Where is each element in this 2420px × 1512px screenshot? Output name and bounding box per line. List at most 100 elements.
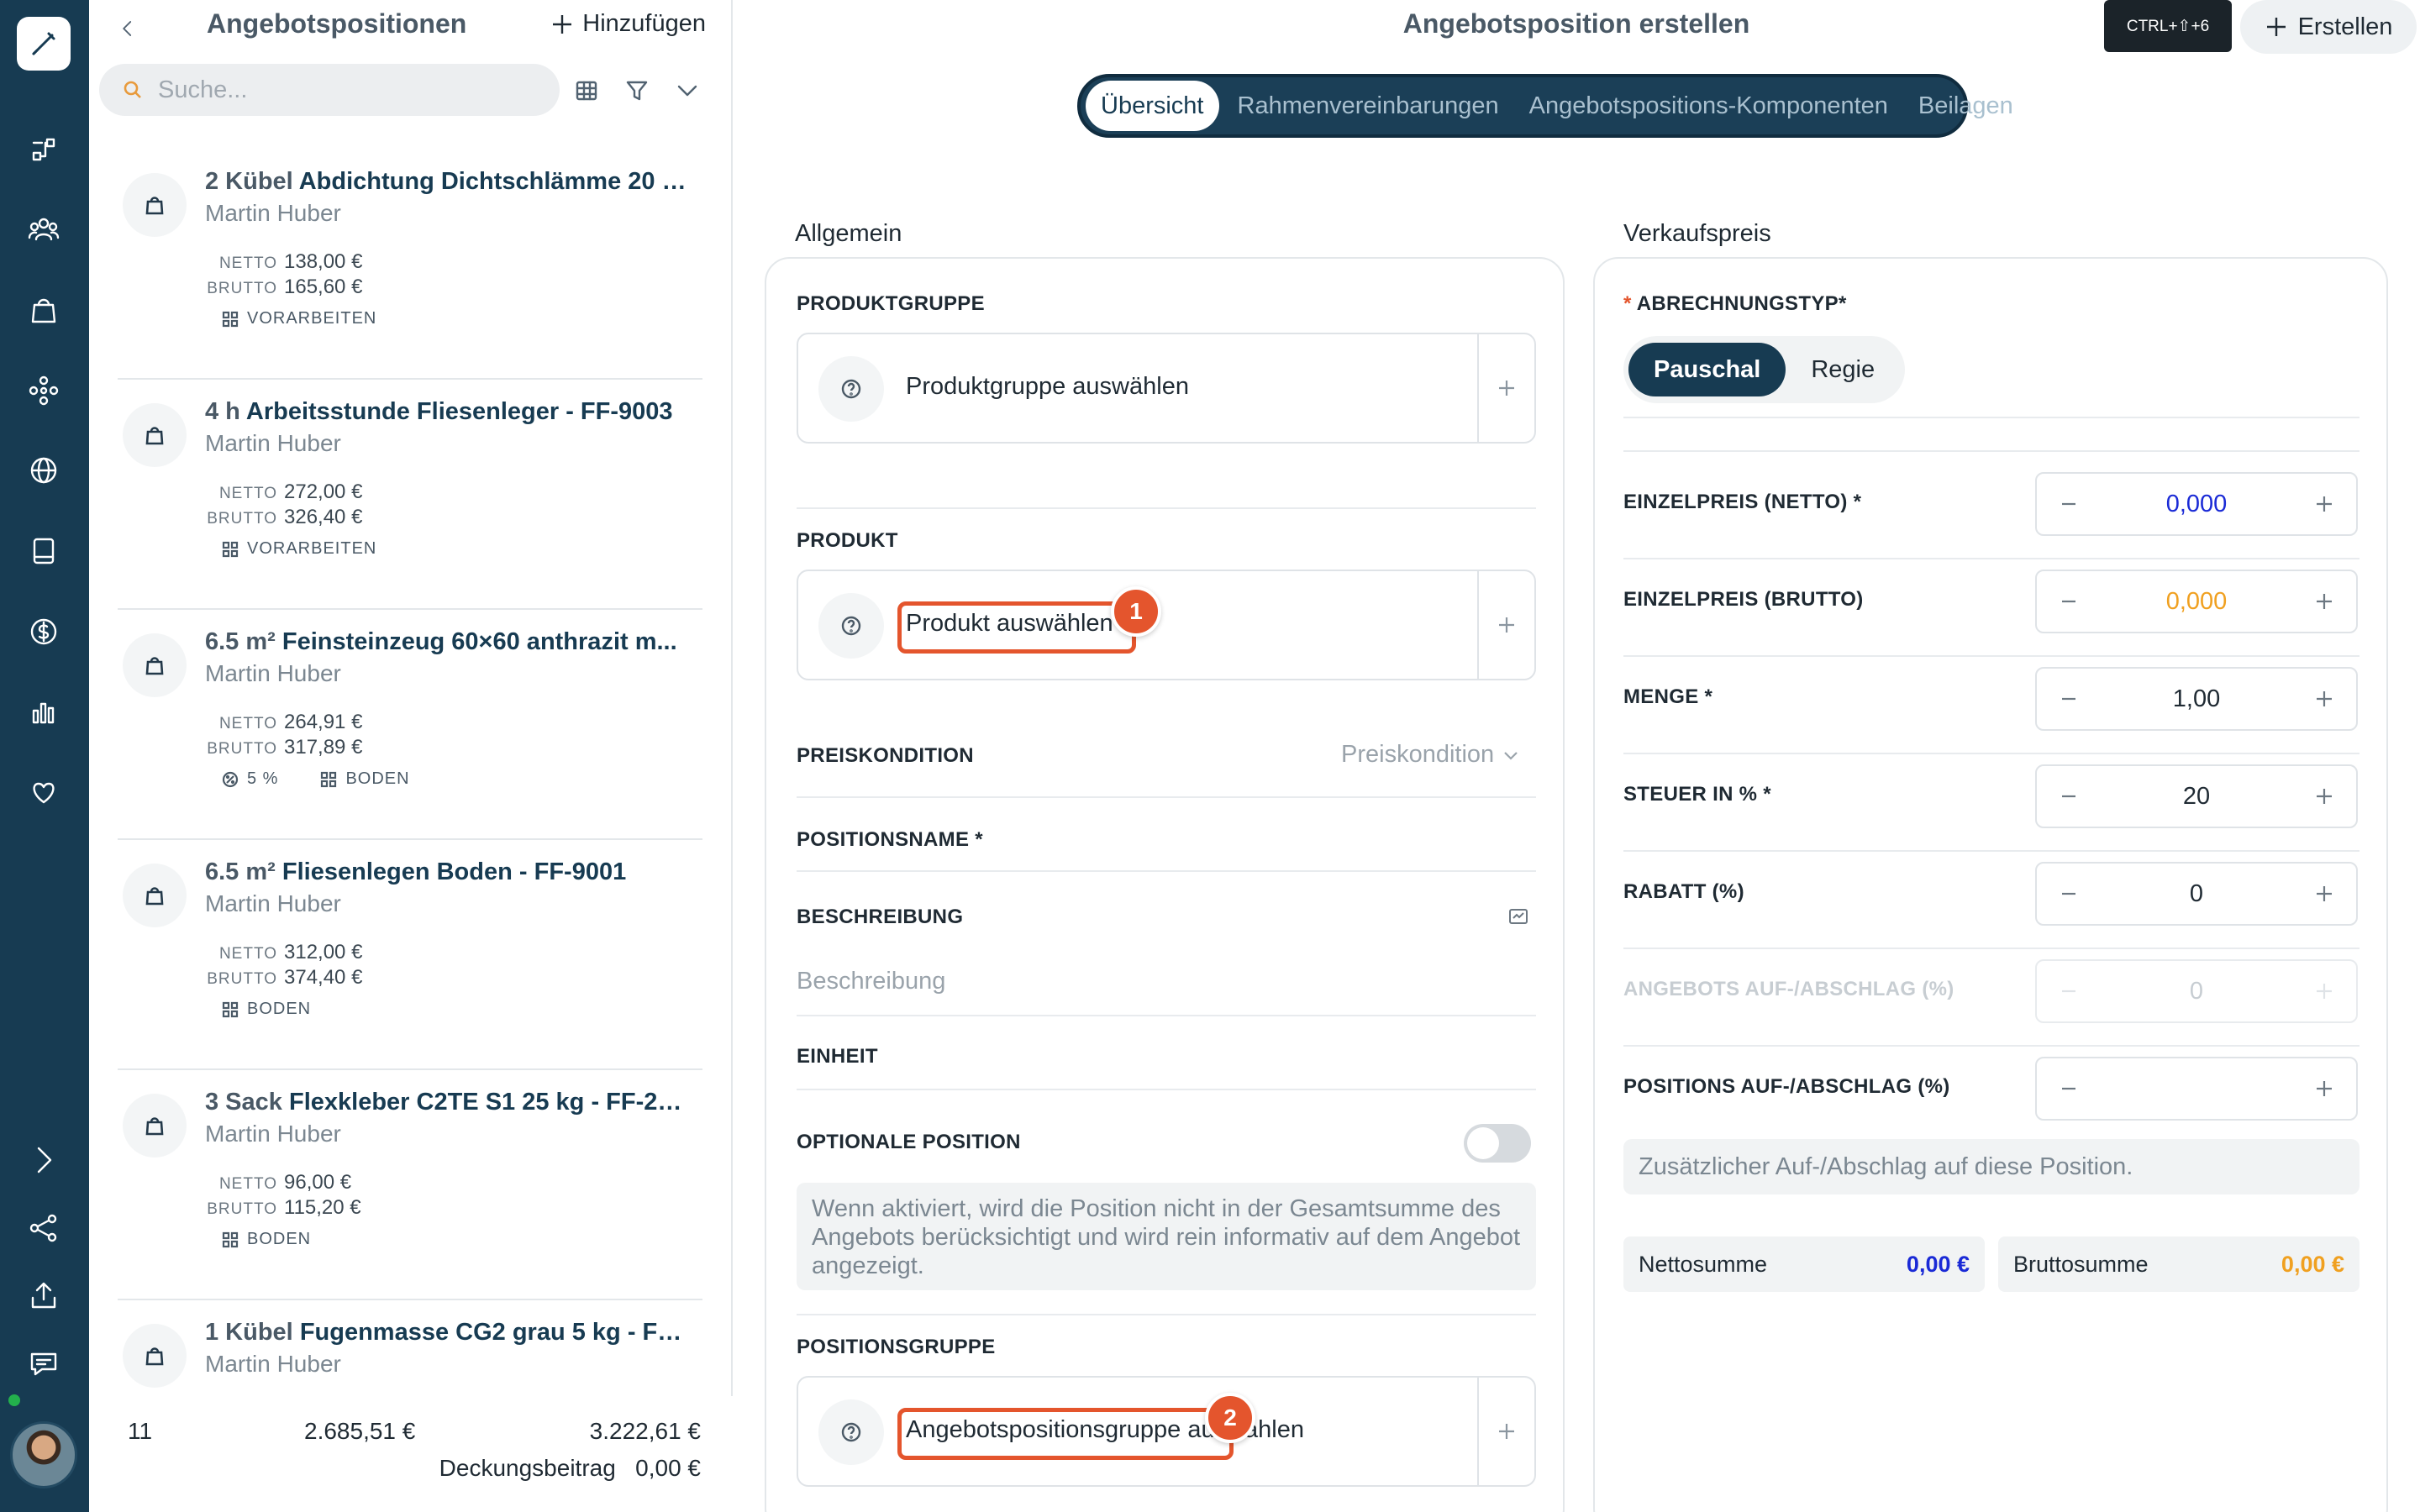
item-title: 1 Kübel Fugenmasse CG2 grau 5 kg - FF-..… <box>205 1319 692 1346</box>
tab-rahmenvereinbarungen[interactable]: Rahmenvereinbarungen <box>1223 81 1514 131</box>
plus-icon <box>1499 1424 1514 1439</box>
item-netto: NETTO 312,00 € <box>218 941 363 963</box>
filter-icon[interactable] <box>620 74 654 108</box>
divider <box>1623 753 2360 754</box>
produkt-label: PRODUKT <box>797 529 898 552</box>
chat-icon[interactable] <box>23 1342 65 1384</box>
price-field-stepper[interactable]: 1,00 <box>2035 667 2358 731</box>
plus-icon[interactable] <box>2297 766 2351 827</box>
minus-icon[interactable] <box>2042 1058 2096 1119</box>
plus-icon[interactable] <box>2297 669 2351 729</box>
list-item[interactable]: 2 Kübel Abdichtung Dichtschlämme 20 k...… <box>118 150 702 380</box>
produktgruppe-select[interactable]: Produktgruppe auswählen <box>797 333 1536 444</box>
shopping-bag-icon[interactable] <box>23 289 65 331</box>
netto-sum-label: Nettosumme <box>1639 1252 1768 1277</box>
list-footer: 11 2.685,51 € 3.222,61 € Deckungsbeitrag… <box>89 1396 733 1512</box>
app-rail <box>0 0 89 1512</box>
list-item[interactable]: 6.5 m² Fliesenlegen Boden - FF-9001 Mart… <box>118 840 702 1070</box>
list-item[interactable]: 4 h Arbeitsstunde Fliesenleger - FF-9003… <box>118 380 702 610</box>
item-title: 6.5 m² Fliesenlegen Boden - FF-9001 <box>205 858 627 885</box>
add-button[interactable]: Hinzufügen <box>550 10 706 38</box>
brutto-total: 3.222,61 € <box>589 1418 701 1444</box>
price-field-stepper[interactable]: 0,000 <box>2035 570 2358 633</box>
book-icon[interactable] <box>23 530 65 572</box>
add-positionsgruppe-button[interactable] <box>1477 1378 1534 1485</box>
add-produktgruppe-button[interactable] <box>1477 334 1534 442</box>
share-icon[interactable] <box>23 1207 65 1249</box>
minus-icon[interactable] <box>2042 669 2096 729</box>
positionsname-input[interactable] <box>797 870 1536 872</box>
minus-icon[interactable] <box>2042 571 2096 632</box>
chevron-right-icon[interactable] <box>23 1139 65 1181</box>
tab-beilagen[interactable]: Beilagen <box>1903 81 2028 131</box>
network-icon[interactable] <box>23 370 65 412</box>
divider <box>797 796 1536 798</box>
produktgruppe-label: PRODUKTGRUPPE <box>797 292 985 315</box>
item-title: 4 h Arbeitsstunde Fliesenleger - FF-9003 <box>205 398 673 425</box>
plus-icon[interactable] <box>2297 864 2351 924</box>
shopping-bag-icon <box>123 403 187 467</box>
price-field-value: 0 <box>2189 978 2204 1005</box>
price-field-stepper[interactable]: 0,000 <box>2035 472 2358 536</box>
globe-icon[interactable] <box>23 449 65 491</box>
einheit-input[interactable] <box>797 1089 1536 1090</box>
workflow-icon[interactable] <box>23 129 65 171</box>
preiskondition-select[interactable]: Preiskondition <box>1341 741 1521 769</box>
minus-icon[interactable] <box>2042 766 2096 827</box>
heart-icon[interactable] <box>23 771 65 813</box>
back-button[interactable] <box>111 12 145 45</box>
price-field-stepper[interactable] <box>2035 1057 2358 1121</box>
list-item[interactable]: 1 Kübel Fugenmasse CG2 grau 5 kg - FF-..… <box>118 1300 702 1396</box>
avatar[interactable] <box>10 1421 77 1488</box>
dollar-icon[interactable] <box>23 611 65 653</box>
price-field-stepper[interactable]: 20 <box>2035 764 2358 828</box>
optional-toggle[interactable] <box>1464 1124 1531 1163</box>
item-brutto: BRUTTO 115,20 € <box>207 1196 361 1219</box>
search-icon <box>124 81 141 98</box>
expand-editor-icon[interactable] <box>1507 906 1529 932</box>
divider <box>1623 948 2360 949</box>
price-field-label: EINZELPREIS (NETTO) * <box>1623 491 1862 513</box>
optional-note: Wenn aktiviert, wird die Position nicht … <box>797 1183 1536 1290</box>
item-netto: NETTO 272,00 € <box>218 480 363 503</box>
plus-icon[interactable] <box>2297 571 2351 632</box>
list-item[interactable]: 6.5 m² Feinsteinzeug 60×60 anthrazit m..… <box>118 610 702 840</box>
upload-icon[interactable] <box>23 1275 65 1317</box>
item-owner: Martin Huber <box>205 1351 341 1377</box>
add-produkt-button[interactable] <box>1477 571 1534 679</box>
plus-icon[interactable] <box>2297 1058 2351 1119</box>
plus-icon <box>553 14 572 34</box>
billing-pauschal-option[interactable]: Pauschal <box>1628 343 1786 396</box>
general-card <box>765 257 1565 1512</box>
pen-logo-icon[interactable] <box>17 17 71 71</box>
minus-icon[interactable] <box>2042 864 2096 924</box>
price-field-stepper[interactable]: 0 <box>2035 862 2358 926</box>
users-icon[interactable] <box>23 208 65 250</box>
shopping-bag-icon <box>123 1324 187 1388</box>
beschreibung-input[interactable]: Beschreibung <box>797 968 945 995</box>
billing-regie-option[interactable]: Regie <box>1786 343 1900 396</box>
netto-sum-box: Nettosumme 0,00 € <box>1623 1236 1985 1292</box>
divider <box>797 507 1536 509</box>
list-item[interactable]: 3 Sack Flexkleber C2TE S1 25 kg - FF-200… <box>118 1070 702 1300</box>
create-button[interactable]: Erstellen <box>2240 0 2417 54</box>
plus-icon <box>1499 617 1514 633</box>
plus-icon[interactable] <box>2297 474 2351 534</box>
item-netto: NETTO 138,00 € <box>218 250 363 273</box>
positionsgruppe-label: POSITIONSGRUPPE <box>797 1336 996 1358</box>
table-view-icon[interactable] <box>570 74 603 108</box>
item-tag: VORARBEITEN <box>222 309 376 328</box>
tab-uebersicht[interactable]: Übersicht <box>1086 81 1219 131</box>
divider <box>1623 655 2360 657</box>
minus-icon[interactable] <box>2042 474 2096 534</box>
group-icon <box>222 1231 239 1247</box>
price-field-value: 20 <box>2182 783 2211 810</box>
plus-icon <box>2297 961 2351 1021</box>
tab-komponenten[interactable]: Angebotspositions-Komponenten <box>1514 81 1903 131</box>
list-title: Angebotspositionen <box>207 8 467 39</box>
search-input[interactable] <box>158 76 528 104</box>
chevron-down-icon[interactable] <box>671 74 704 108</box>
surcharge-note-input[interactable]: Zusätzlicher Auf-/Abschlag auf diese Pos… <box>1623 1139 2360 1194</box>
bar-chart-icon[interactable] <box>23 691 65 733</box>
item-owner: Martin Huber <box>205 660 341 686</box>
